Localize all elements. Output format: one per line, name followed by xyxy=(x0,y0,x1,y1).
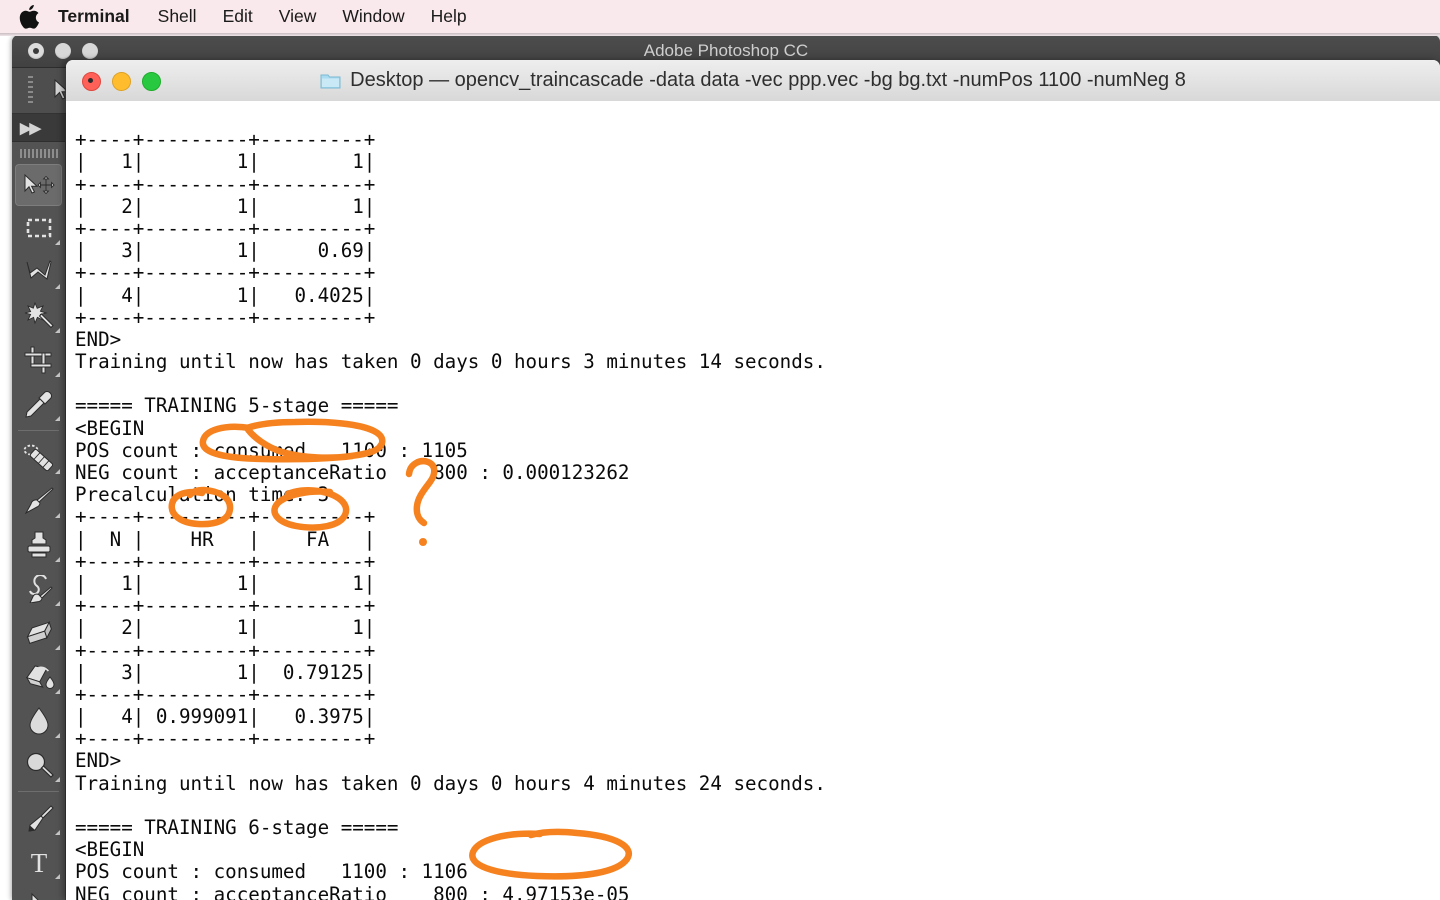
tool-rectangular-marquee[interactable] xyxy=(12,206,65,250)
tool-submenu-indicator-icon xyxy=(55,830,60,835)
menu-bar-divider xyxy=(0,33,1440,36)
tool-submenu-indicator-icon xyxy=(55,372,60,377)
tool-crop[interactable] xyxy=(12,338,65,382)
tool-lasso[interactable] xyxy=(12,250,65,294)
tool-blur[interactable] xyxy=(12,699,65,743)
tool-pen[interactable] xyxy=(12,796,65,840)
tool-paint-bucket[interactable] xyxy=(12,655,65,699)
terminal-window-title: Desktop — opencv_traincascade -data data… xyxy=(350,69,1186,91)
tool-submenu-indicator-icon xyxy=(55,689,60,694)
tool-eraser[interactable] xyxy=(12,611,65,655)
menu-item-view[interactable]: View xyxy=(279,0,317,33)
options-bar-grip-icon[interactable] xyxy=(28,76,33,106)
menu-item-edit[interactable]: Edit xyxy=(223,0,253,33)
tool-submenu-indicator-icon xyxy=(55,874,60,879)
svg-text:T: T xyxy=(30,848,47,876)
tool-submenu-indicator-icon xyxy=(55,416,60,421)
terminal-title-row: Desktop — opencv_traincascade -data data… xyxy=(66,60,1440,101)
tool-submenu-indicator-icon xyxy=(55,284,60,289)
menu-item-window[interactable]: Window xyxy=(342,0,404,33)
tool-submenu-indicator-icon xyxy=(55,733,60,738)
menu-item-shell[interactable]: Shell xyxy=(158,0,197,33)
terminal-window: Desktop — opencv_traincascade -data data… xyxy=(66,60,1440,900)
tool-magic-wand[interactable] xyxy=(12,294,65,338)
tool-brush[interactable] xyxy=(12,479,65,523)
tool-panel-grip-icon[interactable] xyxy=(12,142,65,164)
tool-move[interactable] xyxy=(15,164,62,206)
tool-path-selection[interactable] xyxy=(12,884,65,900)
tool-history-brush[interactable] xyxy=(12,567,65,611)
tool-submenu-indicator-icon xyxy=(55,513,60,518)
tool-panel-divider xyxy=(18,791,59,792)
tool-dodge[interactable] xyxy=(12,743,65,787)
tool-type[interactable]: T xyxy=(12,840,65,884)
macos-menu-bar: Terminal Shell Edit View Window Help xyxy=(0,0,1440,33)
tool-submenu-indicator-icon xyxy=(55,557,60,562)
tool-submenu-indicator-icon xyxy=(55,328,60,333)
tool-healing-brush[interactable] xyxy=(12,435,65,479)
tool-submenu-indicator-icon xyxy=(55,240,60,245)
photoshop-tool-panel: ▶▶ T xyxy=(12,114,66,900)
terminal-output-text: +----+---------+---------+ | 1| 1| 1| +-… xyxy=(75,128,826,900)
double-chevron-right-icon: ▶▶ xyxy=(20,119,41,137)
tool-submenu-indicator-icon xyxy=(55,645,60,650)
tool-clone-stamp[interactable] xyxy=(12,523,65,567)
apple-logo-icon[interactable] xyxy=(18,4,40,30)
tool-submenu-indicator-icon xyxy=(55,777,60,782)
folder-icon xyxy=(320,74,341,89)
tool-submenu-indicator-icon xyxy=(55,601,60,606)
menu-item-help[interactable]: Help xyxy=(431,0,467,33)
tool-panel-collapse-button[interactable]: ▶▶ xyxy=(12,114,65,142)
terminal-title-bar[interactable]: Desktop — opencv_traincascade -data data… xyxy=(66,60,1440,102)
tool-eyedropper[interactable] xyxy=(12,382,65,426)
menu-item-terminal[interactable]: Terminal xyxy=(58,0,130,33)
terminal-output-area[interactable]: +----+---------+---------+ | 1| 1| 1| +-… xyxy=(66,101,1440,900)
tool-panel-divider xyxy=(18,430,59,431)
tool-submenu-indicator-icon xyxy=(55,469,60,474)
